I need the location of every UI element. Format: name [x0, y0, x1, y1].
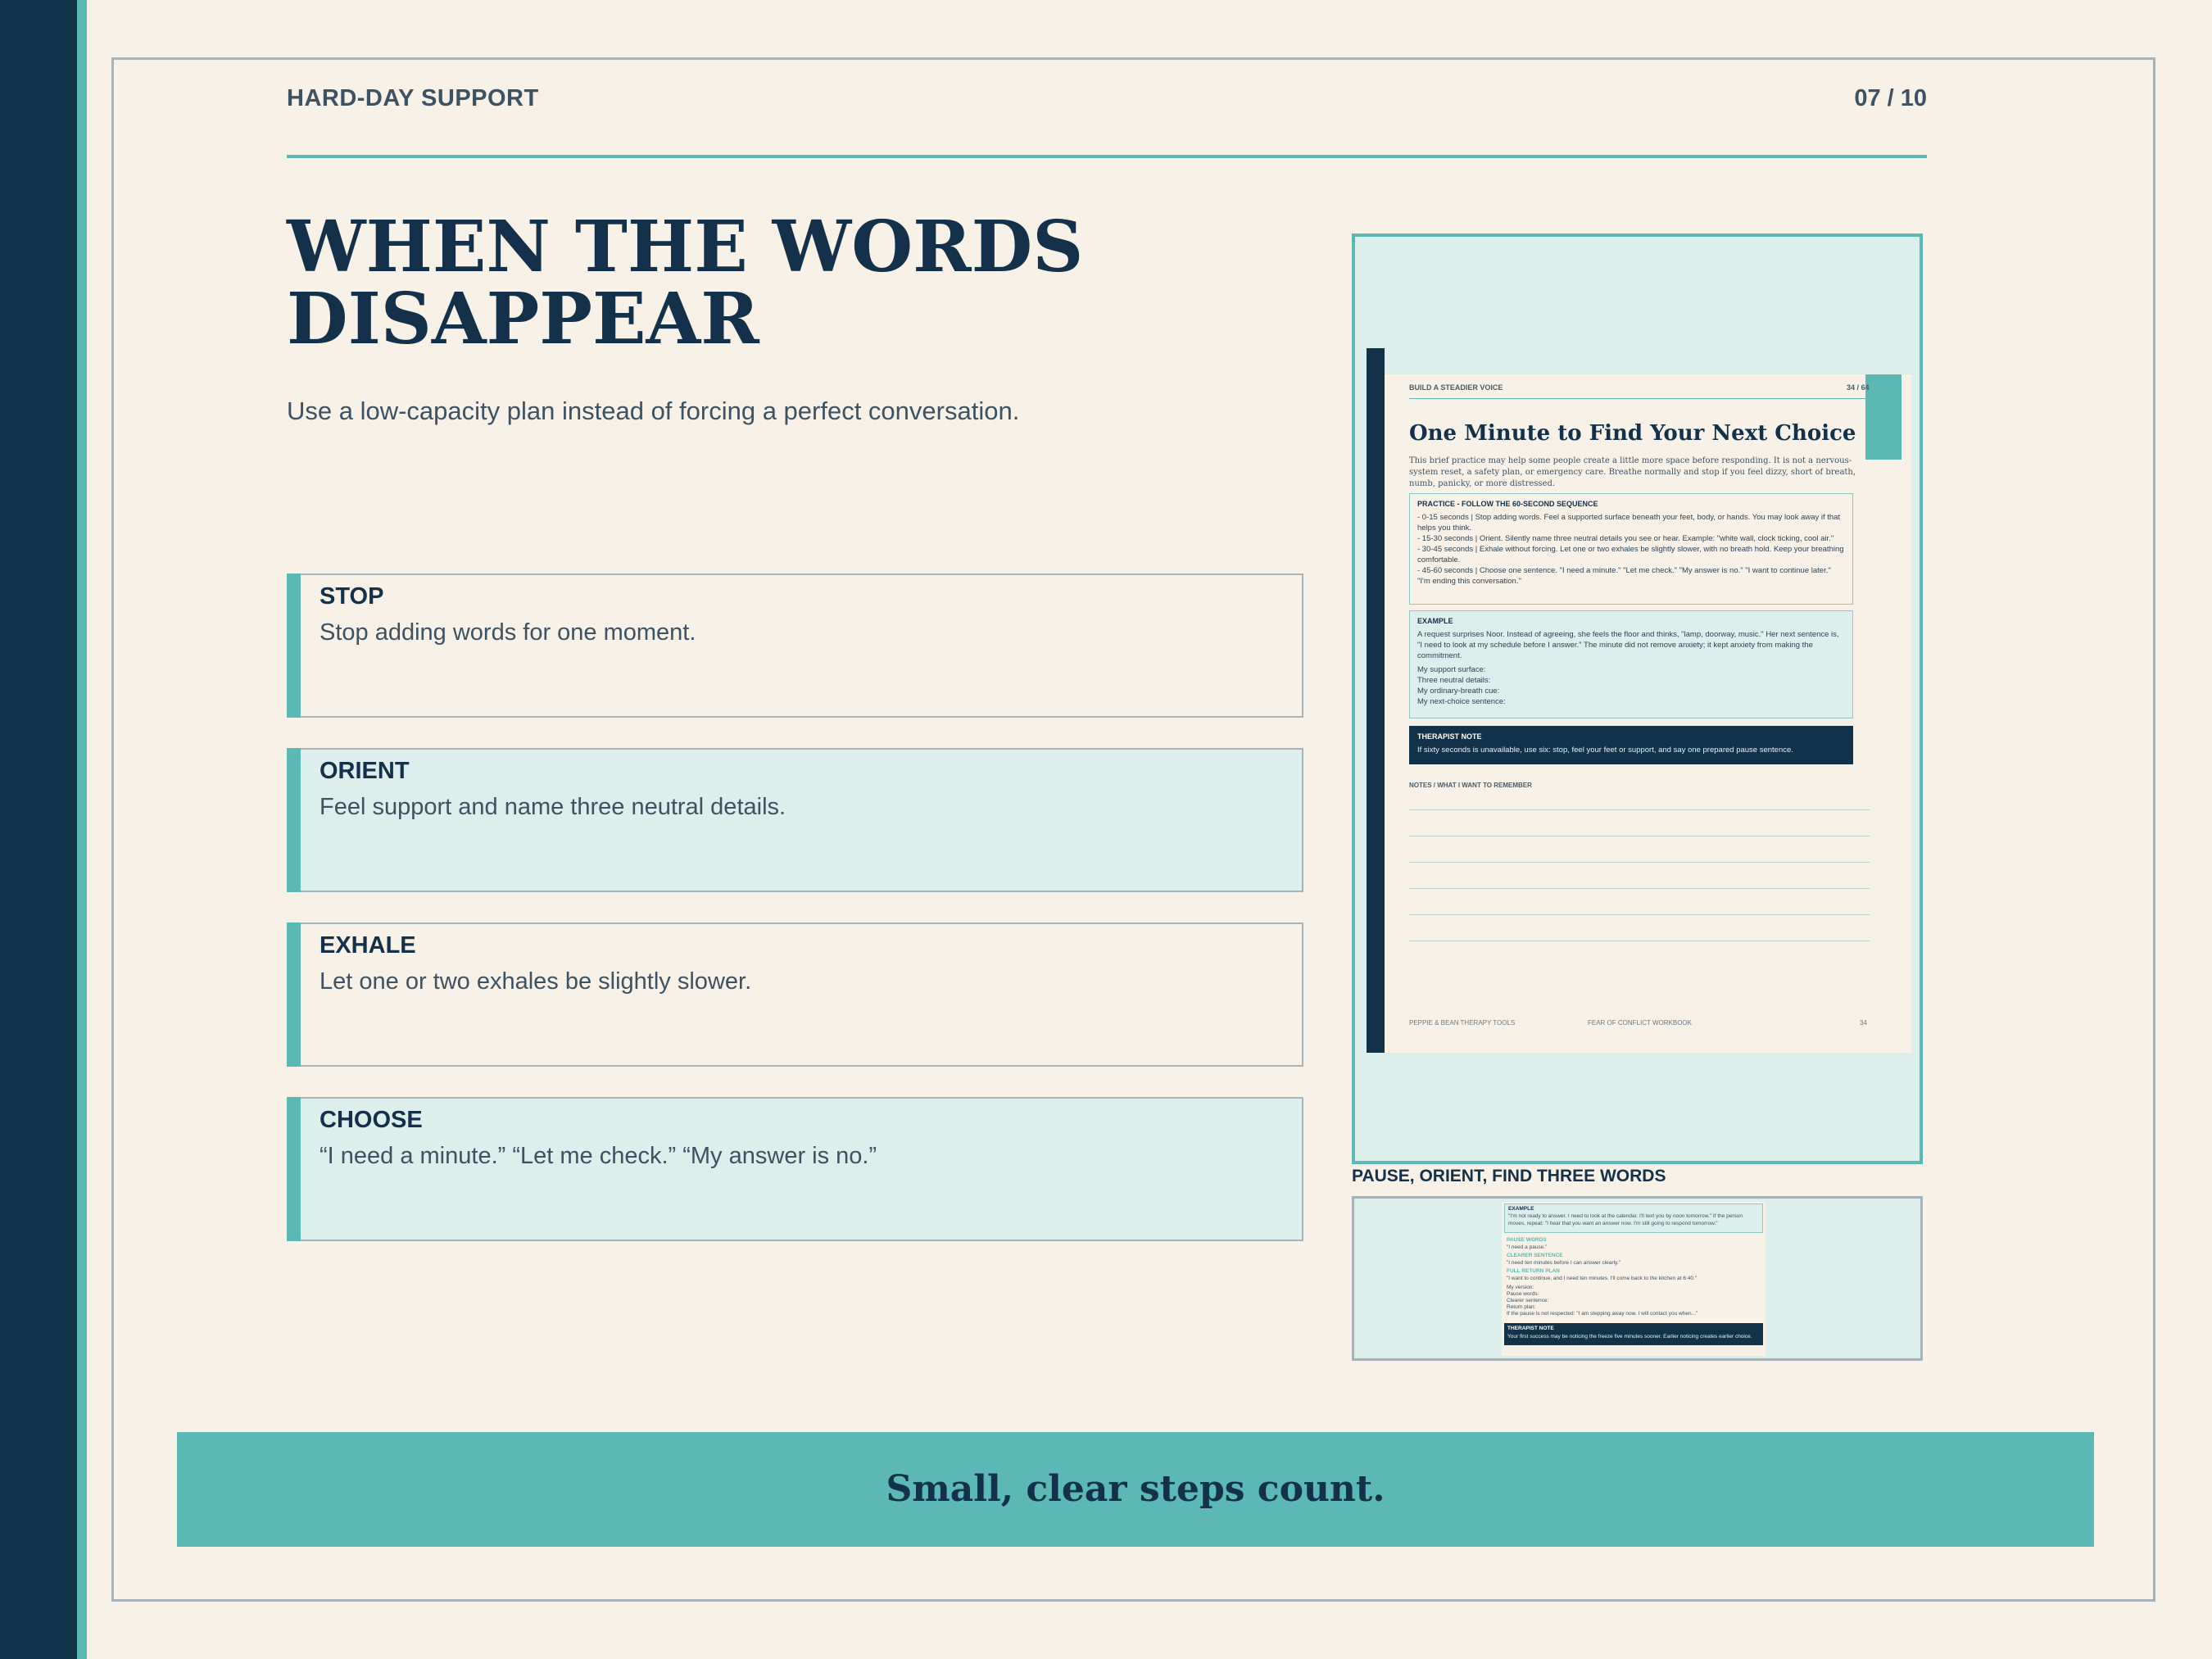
preview-note-title: THERAPIST NOTE: [1417, 732, 1482, 741]
preview2-field: If the pause is not respected: "I am ste…: [1507, 1311, 1698, 1317]
closing-banner: Small, clear steps count.: [177, 1432, 2094, 1547]
preview-example-field: My support surface:: [1417, 665, 1486, 674]
step-card-choose: CHOOSE “I need a minute.” “Let me check.…: [287, 1097, 1303, 1241]
preview2-clearer-label: CLEARER SENTENCE: [1507, 1253, 1563, 1258]
preview-practice-line: - 30-45 seconds | Exhale without forcing…: [1417, 545, 1844, 564]
preview-notes-label: NOTES / WHAT I WANT TO REMEMBER: [1409, 782, 1532, 789]
step-card-exhale: EXHALE Let one or two exhales be slightl…: [287, 922, 1303, 1067]
preview2-return-text: "I want to continue, and I need ten minu…: [1507, 1276, 1698, 1281]
worksheet-preview-2: EXAMPLE "I'm not ready to answer. I need…: [1352, 1196, 1923, 1361]
step-description: Stop adding words for one moment.: [320, 619, 696, 646]
preview-therapist-note: THERAPIST NOTE If sixty seconds is unava…: [1409, 726, 1853, 764]
preview-header-left: BUILD A STEADIER VOICE: [1409, 383, 1503, 392]
step-card-orient: ORIENT Feel support and name three neutr…: [287, 748, 1303, 892]
preview-note-line: [1409, 862, 1870, 863]
step-label: STOP: [320, 583, 384, 610]
preview-practice-line: - 0-15 seconds | Stop adding words. Feel…: [1417, 513, 1841, 533]
preview-practice-line: - 45-60 seconds | Choose one sentence. "…: [1417, 566, 1831, 586]
preview2-example-box: EXAMPLE "I'm not ready to answer. I need…: [1504, 1203, 1763, 1233]
closing-banner-text: Small, clear steps count.: [886, 1468, 1385, 1510]
preview2-example-text: "I'm not ready to answer. I need to look…: [1508, 1213, 1743, 1226]
preview-example-text: A request surprises Noor. Instead of agr…: [1417, 629, 1846, 707]
preview2-note-text: Your first success may be noticing the f…: [1507, 1334, 1752, 1339]
step-card-stop: STOP Stop adding words for one moment.: [287, 573, 1303, 718]
step-description: “I need a minute.” “Let me check.” “My a…: [320, 1143, 877, 1169]
worksheet-preview: BUILD A STEADIER VOICE 34 / 64 One Minut…: [1352, 233, 1923, 1164]
step-description: Feel support and name three neutral deta…: [320, 794, 786, 820]
preview2-therapist-note: THERAPIST NOTE Your first success may be…: [1504, 1323, 1763, 1345]
preview-footer-right: 34: [1860, 1019, 1867, 1027]
preview2-clearer-text: "I need ten minutes before I can answer …: [1507, 1260, 1620, 1266]
preview2-pause-label: PAUSE WORDS: [1507, 1237, 1547, 1243]
left-accent-stripe: [77, 0, 87, 1659]
step-accent-stripe: [287, 922, 301, 1067]
preview-practice-list: - 0-15 seconds | Stop adding words. Feel…: [1417, 512, 1846, 587]
preview-example-box: EXAMPLE A request surprises Noor. Instea…: [1409, 610, 1853, 718]
preview2-pause-text: "I need a pause.": [1507, 1244, 1548, 1250]
preview2-note-title: THERAPIST NOTE: [1507, 1326, 1554, 1331]
preview-intro: This brief practice may help some people…: [1409, 456, 1856, 488]
preview-example-title: EXAMPLE: [1417, 617, 1453, 625]
left-sidebar-bar: [0, 0, 77, 1659]
preview-example-field: My ordinary-breath cue:: [1417, 687, 1500, 696]
step-label: EXHALE: [320, 932, 416, 959]
preview-note-line: [1409, 888, 1870, 889]
preview-example-paragraph: A request surprises Noor. Instead of agr…: [1417, 630, 1839, 660]
step-label: ORIENT: [320, 758, 410, 784]
preview-caption: PAUSE, ORIENT, FIND THREE WORDS: [1352, 1167, 1666, 1185]
header-divider: [287, 155, 1927, 158]
preview-practice-line: - 15-30 seconds | Orient. Silently name …: [1417, 534, 1834, 543]
page-subtitle: Use a low-capacity plan instead of forci…: [287, 397, 1020, 425]
preview-example-field: My next-choice sentence:: [1417, 697, 1506, 706]
step-accent-stripe: [287, 748, 301, 892]
preview2-return-label: FULL RETURN PLAN: [1507, 1268, 1560, 1274]
preview-title: One Minute to Find Your Next Choice: [1409, 421, 1856, 446]
step-accent-stripe: [287, 1097, 301, 1241]
preview-example-field: Three neutral details:: [1417, 676, 1491, 685]
preview-note-text: If sixty seconds is unavailable, use six…: [1417, 746, 1793, 755]
preview-header-right: 34 / 64: [1847, 383, 1870, 392]
preview-footer-center: FEAR OF CONFLICT WORKBOOK: [1588, 1019, 1692, 1027]
page-title: WHEN THE WORDS DISAPPEAR: [287, 211, 1270, 356]
page-title-line-1: WHEN THE WORDS: [287, 206, 1084, 288]
page-title-line-2: DISAPPEAR: [287, 278, 759, 360]
preview-footer-left: PEPPIE & BEAN THERAPY TOOLS: [1409, 1019, 1516, 1027]
preview-header-rule: [1409, 398, 1870, 399]
preview-tab: [1865, 374, 1902, 460]
page-number: 07 / 10: [1854, 85, 1927, 111]
preview-practice-box: PRACTICE - FOLLOW THE 60-SECOND SEQUENCE…: [1409, 493, 1853, 605]
preview-note-line: [1409, 809, 1870, 810]
preview-note-line: [1409, 914, 1870, 915]
step-description: Let one or two exhales be slightly slowe…: [320, 968, 752, 995]
step-label: CHOOSE: [320, 1107, 423, 1133]
preview-spine: [1367, 348, 1385, 1053]
step-accent-stripe: [287, 573, 301, 718]
preview2-example-title: EXAMPLE: [1508, 1206, 1534, 1212]
preview-practice-title: PRACTICE - FOLLOW THE 60-SECOND SEQUENCE: [1417, 500, 1598, 508]
section-kicker: HARD-DAY SUPPORT: [287, 85, 539, 111]
